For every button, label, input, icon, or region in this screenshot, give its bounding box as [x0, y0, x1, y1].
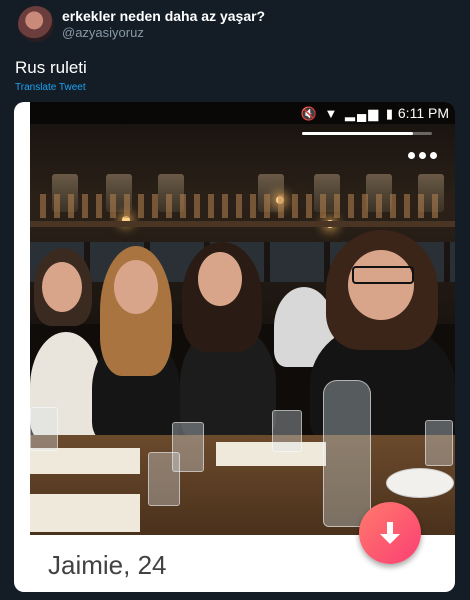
menu-paper	[30, 448, 140, 474]
dot	[408, 152, 415, 159]
plate	[386, 468, 454, 498]
dot	[430, 152, 437, 159]
status-icons: 🔇 ▼ ▂▄▆ ▮	[300, 106, 395, 121]
author-name[interactable]: erkekler neden daha az yaşar?	[62, 8, 265, 24]
menu-paper	[216, 442, 326, 466]
tweet-text: Rus ruleti	[15, 58, 87, 77]
water-glass	[30, 407, 58, 451]
dot	[419, 152, 426, 159]
tweet-header: erkekler neden daha az yaşar? @azyasiyor…	[0, 0, 470, 46]
person-3-face	[198, 252, 242, 306]
water-bottle	[323, 380, 371, 527]
menu-paper	[30, 494, 140, 532]
profile-name-age: Jaimie, 24	[48, 550, 167, 580]
phone-status-bar: 🔇 ▼ ▂▄▆ ▮ 6:11 PM	[30, 102, 455, 124]
water-glass	[425, 420, 453, 466]
person-4-face	[348, 250, 414, 320]
more-dots-icon[interactable]	[408, 152, 437, 159]
author-avatar[interactable]	[18, 6, 54, 42]
glasses	[352, 266, 414, 284]
author-handle[interactable]: @azyasiyoruz	[62, 25, 144, 40]
wine-glass	[272, 410, 302, 452]
bar-shelf	[30, 221, 455, 227]
translate-tweet-link[interactable]: Translate Tweet	[15, 82, 86, 93]
down-arrow-button[interactable]	[359, 502, 421, 564]
person-1-face	[42, 262, 82, 312]
story-progress-track	[302, 132, 432, 135]
arrow-down-icon	[380, 522, 400, 544]
status-time: 6:11 PM	[397, 105, 449, 121]
bottle-row	[40, 194, 440, 218]
screenshot-card[interactable]: 🔇 ▼ ▂▄▆ ▮ 6:11 PM Jaimie, 24	[14, 102, 455, 592]
story-progress-fill	[302, 132, 413, 135]
person-2-face	[114, 260, 158, 314]
profile-photo[interactable]: 🔇 ▼ ▂▄▆ ▮ 6:11 PM	[30, 102, 455, 535]
water-glass	[148, 452, 180, 506]
